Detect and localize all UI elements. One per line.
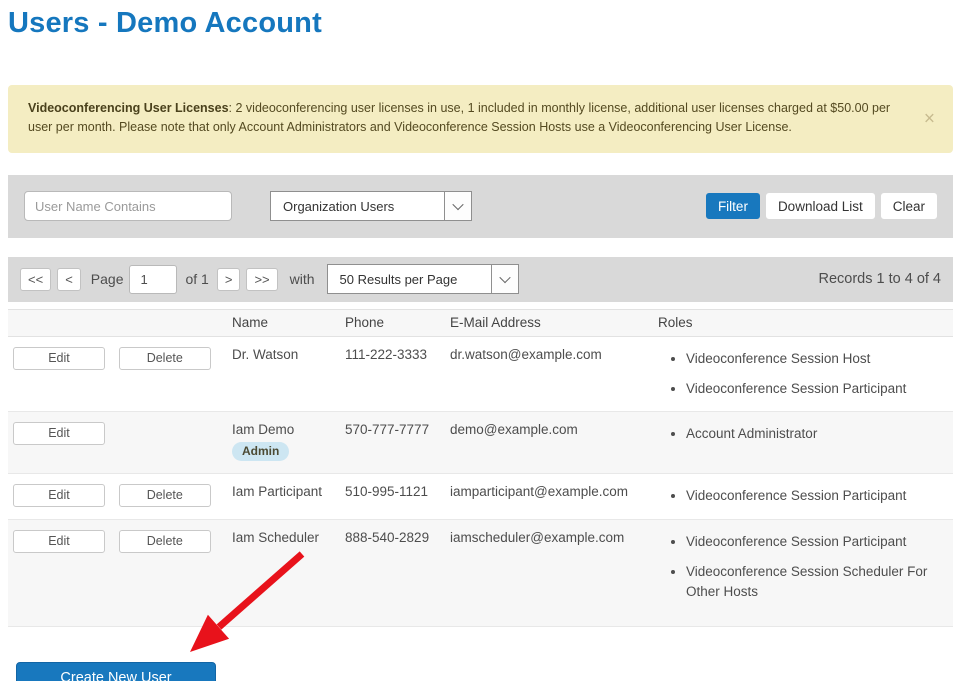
roles-list: Account Administrator <box>658 424 953 444</box>
next-page-button[interactable]: > <box>217 268 241 291</box>
page-label: Page <box>91 271 124 287</box>
last-page-button[interactable]: >> <box>246 268 277 291</box>
user-phone: 888-540-2829 <box>345 519 450 626</box>
edit-button[interactable]: Edit <box>13 484 105 507</box>
name-column-header: Name <box>232 309 345 336</box>
role-item: Videoconference Session Participant <box>686 379 953 399</box>
role-item: Account Administrator <box>686 424 953 444</box>
page-of-label: of 1 <box>185 271 208 287</box>
user-phone: 510-995-1121 <box>345 473 450 519</box>
roles-list: Videoconference Session Host Videoconfer… <box>658 349 953 399</box>
user-name: Iam Participant <box>232 473 345 519</box>
delete-button[interactable]: Delete <box>119 530 211 553</box>
results-per-page-select[interactable]: 50 Results per Page <box>327 264 519 294</box>
users-page: Users - Demo Account Videoconferencing U… <box>0 0 961 681</box>
user-email: iamparticipant@example.com <box>450 473 658 519</box>
user-name-input[interactable] <box>24 191 232 221</box>
role-item: Videoconference Session Host <box>686 349 953 369</box>
user-name: Iam Demo <box>232 422 345 437</box>
table-row: Edit Delete Dr. Watson 111-222-3333 dr.w… <box>8 336 953 411</box>
table-header-row: Name Phone E-Mail Address Roles <box>8 309 953 336</box>
table-row: Edit Delete Iam Scheduler 888-540-2829 i… <box>8 519 953 626</box>
delete-button[interactable]: Delete <box>119 347 211 370</box>
edit-button[interactable]: Edit <box>13 347 105 370</box>
role-item: Videoconference Session Participant <box>686 486 953 506</box>
filter-bar: Organization Users Filter Download List … <box>8 175 953 238</box>
pagination-bar: << < Page of 1 > >> with 50 Results per … <box>8 257 953 302</box>
user-name: Dr. Watson <box>232 336 345 411</box>
chevron-down-icon <box>444 192 471 220</box>
roles-list: Videoconference Session Participant <box>658 486 953 506</box>
roles-column-header: Roles <box>658 309 953 336</box>
chevron-down-icon <box>491 265 518 293</box>
page-number-input[interactable] <box>129 265 177 294</box>
download-list-button[interactable]: Download List <box>766 193 875 219</box>
actions-column-header <box>8 309 232 336</box>
notice-heading: Videoconferencing User Licenses <box>28 101 229 115</box>
admin-badge: Admin <box>232 442 289 461</box>
previous-page-button[interactable]: < <box>57 268 81 291</box>
user-email: demo@example.com <box>450 411 658 473</box>
roles-list: Videoconference Session Participant Vide… <box>658 532 953 602</box>
notice-text: Videoconferencing User Licenses: 2 video… <box>28 99 901 138</box>
results-per-page-value: 50 Results per Page <box>328 272 491 287</box>
role-item: Videoconference Session Scheduler For Ot… <box>686 562 953 601</box>
filter-button[interactable]: Filter <box>706 193 760 219</box>
edit-button[interactable]: Edit <box>13 422 105 445</box>
user-type-selected-value: Organization Users <box>271 199 444 214</box>
user-email: iamscheduler@example.com <box>450 519 658 626</box>
license-notice-banner: Videoconferencing User Licenses: 2 video… <box>8 85 953 153</box>
clear-button[interactable]: Clear <box>881 193 937 219</box>
edit-button[interactable]: Edit <box>13 530 105 553</box>
phone-column-header: Phone <box>345 309 450 336</box>
role-item: Videoconference Session Participant <box>686 532 953 552</box>
user-phone: 570-777-7777 <box>345 411 450 473</box>
with-label: with <box>290 271 315 287</box>
page-title: Users - Demo Account <box>8 6 953 41</box>
close-icon[interactable]: × <box>924 109 935 128</box>
email-column-header: E-Mail Address <box>450 309 658 336</box>
filter-actions: Filter Download List Clear <box>706 193 937 219</box>
user-name: Iam Scheduler <box>232 519 345 626</box>
users-table: Name Phone E-Mail Address Roles Edit Del… <box>8 309 953 627</box>
delete-button[interactable]: Delete <box>119 484 211 507</box>
records-count: Records 1 to 4 of 4 <box>818 271 941 287</box>
user-phone: 111-222-3333 <box>345 336 450 411</box>
table-row: Edit Delete Iam Participant 510-995-1121… <box>8 473 953 519</box>
user-type-select[interactable]: Organization Users <box>270 191 472 221</box>
create-new-user-button[interactable]: Create New User <box>16 662 216 681</box>
table-row: Edit Iam Demo Admin 570-777-7777 demo@ex… <box>8 411 953 473</box>
first-page-button[interactable]: << <box>20 268 51 291</box>
user-email: dr.watson@example.com <box>450 336 658 411</box>
